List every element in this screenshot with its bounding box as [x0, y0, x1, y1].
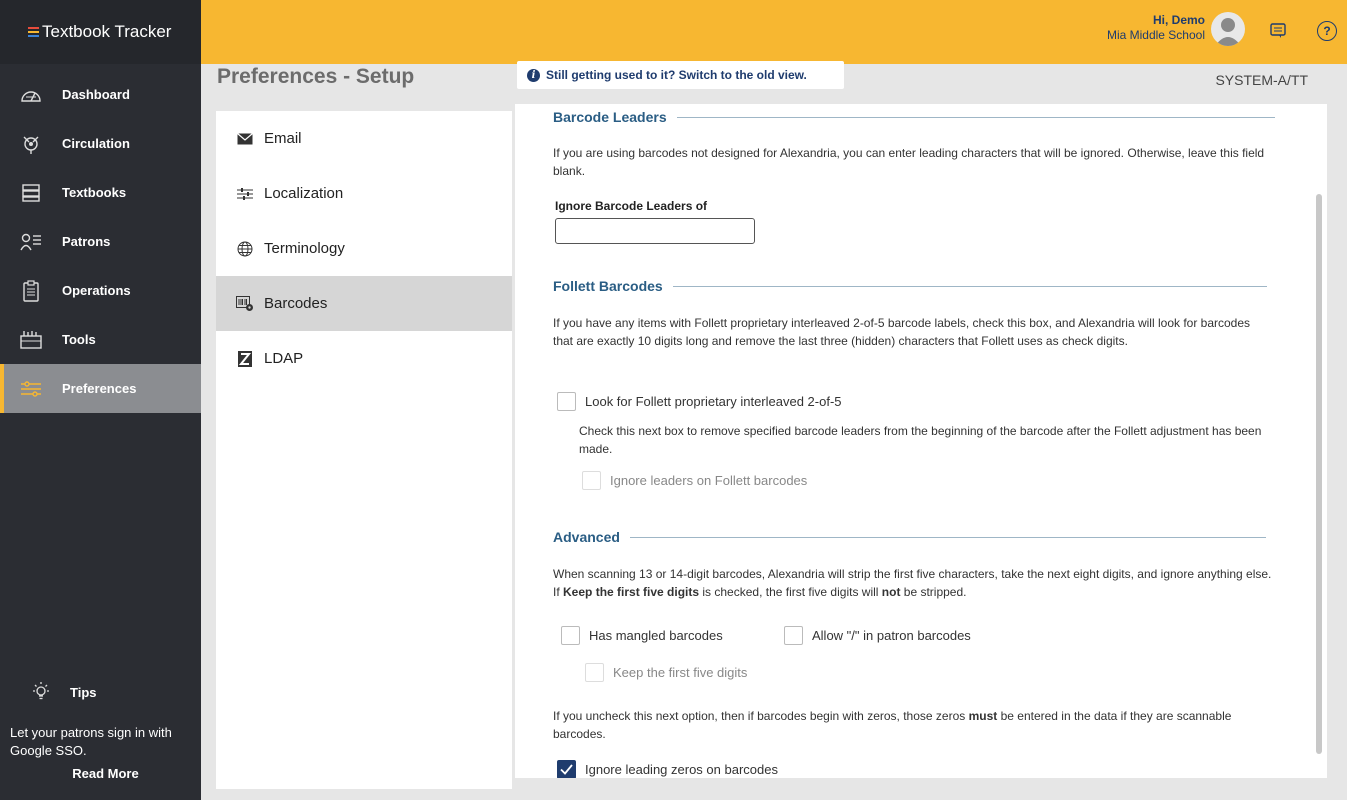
sidebar-item-label: Tools [62, 332, 96, 347]
user-avatar[interactable] [1211, 12, 1245, 46]
checkbox-label: Ignore leading zeros on barcodes [585, 762, 778, 777]
sidebar-item-label: Patrons [62, 234, 111, 249]
sidebar-item-label: Textbooks [62, 185, 127, 200]
section-divider [629, 536, 1266, 538]
follett-description: If you have any items with Follett propr… [553, 316, 1251, 348]
switch-old-view-link[interactable]: i Still getting used to it? Switch to th… [517, 61, 844, 89]
app-logo[interactable]: Textbook Tracker [0, 0, 201, 64]
checkbox-label: Keep the first five digits [613, 665, 748, 680]
patrons-icon [20, 231, 42, 253]
lightbulb-icon [30, 681, 52, 703]
section-follett-barcodes: Follett Barcodes [553, 277, 1267, 295]
sidebar-item-circulation[interactable]: Circulation [0, 119, 201, 168]
sidebar-item-tools[interactable]: Tools [0, 315, 201, 364]
follett-checkbox[interactable] [557, 392, 576, 411]
ldap-icon [236, 350, 254, 367]
section-divider [672, 285, 1267, 287]
sidebar-item-label: Preferences [62, 381, 137, 396]
checkmark-icon [560, 764, 573, 775]
sidebar-item-label: Operations [62, 283, 131, 298]
sidebar-item-textbooks[interactable]: Textbooks [0, 168, 201, 217]
barcode-leaders-description: If you are using barcodes not designed f… [553, 146, 1265, 178]
top-header: Hi, Demo Mia Middle School ? [201, 0, 1347, 64]
checkbox-label: Allow "/" in patron barcodes [812, 628, 971, 643]
sidebar-item-label: Circulation [62, 136, 130, 151]
checkbox-label: Look for Follett proprietary interleaved… [585, 394, 842, 409]
operations-clipboard-icon [20, 279, 42, 302]
subnav-label: Terminology [264, 240, 345, 257]
subnav-item-terminology[interactable]: Terminology [216, 221, 512, 276]
sidebar-item-label: Dashboard [62, 87, 130, 102]
tips-header: Tips [10, 676, 201, 708]
slash-checkbox-row[interactable]: Allow "/" in patron barcodes [784, 626, 971, 645]
tools-icon [20, 329, 42, 351]
app-title: Textbook Tracker [42, 22, 172, 41]
chat-icon[interactable] [1269, 22, 1287, 40]
tips-panel: Tips Let your patrons sign in with Googl… [0, 676, 201, 781]
circulation-icon [20, 133, 42, 155]
section-title: Barcode Leaders [553, 109, 667, 125]
barcodes-settings-panel: Barcode Leaders If you are using barcode… [515, 104, 1327, 778]
checkbox-label: Ignore leaders on Follett barcodes [610, 473, 808, 488]
sidebar-item-preferences[interactable]: Preferences [0, 364, 201, 413]
advanced-description: When scanning 13 or 14-digit barcodes, A… [553, 567, 1272, 599]
zeros-description: If you uncheck this next option, then if… [553, 709, 1232, 741]
subnav-label: Localization [264, 185, 344, 202]
subnav-label: Barcodes [264, 295, 328, 312]
tips-text: Let your patrons sign in with Google SSO… [10, 725, 172, 758]
ignore-leading-zeros-checkbox[interactable] [557, 760, 576, 778]
section-advanced: Advanced [553, 528, 1266, 546]
read-more-link[interactable]: Read More [10, 766, 201, 781]
sidebar-item-dashboard[interactable]: Dashboard [0, 70, 201, 119]
textbooks-icon [20, 182, 42, 204]
keep-first-five-checkbox[interactable] [585, 663, 604, 682]
section-barcode-leaders: Barcode Leaders [553, 108, 1275, 126]
checkbox-label: Has mangled barcodes [589, 628, 723, 643]
logo-mark-icon [28, 27, 39, 37]
section-title: Advanced [553, 529, 620, 545]
follett-sub-description: Check this next box to remove specified … [579, 424, 1262, 456]
sidebar: Textbook Tracker Dashboard Circulation T… [0, 0, 201, 800]
barcode-gear-icon [236, 295, 254, 312]
keep-five-checkbox-row[interactable]: Keep the first five digits [585, 663, 747, 682]
allow-slash-checkbox[interactable] [784, 626, 803, 645]
sliders-icon [236, 187, 254, 201]
subnav-item-ldap[interactable]: LDAP [216, 331, 512, 386]
info-icon: i [527, 68, 540, 82]
page-title: Preferences - Setup [217, 65, 415, 88]
subnav-item-barcodes[interactable]: Barcodes [216, 276, 512, 331]
user-greeting: Hi, Demo [1152, 13, 1205, 27]
content-scrollbar[interactable] [1314, 110, 1322, 778]
subnav-label: LDAP [264, 350, 304, 367]
dashboard-gauge-icon [20, 84, 42, 106]
sidebar-item-operations[interactable]: Operations [0, 266, 201, 315]
ignore-leaders-label: Ignore Barcode Leaders of [555, 199, 708, 213]
follett-leaders-checkbox-row[interactable]: Ignore leaders on Follett barcodes [582, 471, 807, 490]
mangled-barcodes-checkbox[interactable] [561, 626, 580, 645]
old-view-text: Still getting used to it? Switch to the … [546, 68, 807, 82]
help-icon[interactable]: ? [1317, 21, 1337, 41]
scrollbar-thumb[interactable] [1316, 194, 1322, 754]
sidebar-item-patrons[interactable]: Patrons [0, 217, 201, 266]
preferences-sliders-icon [20, 378, 42, 400]
sidebar-nav: Dashboard Circulation Textbooks Patrons … [0, 70, 201, 413]
globe-icon [236, 241, 254, 257]
follett-leaders-checkbox[interactable] [582, 471, 601, 490]
preferences-subnav: Email Localization Terminology Barcodes … [216, 111, 512, 789]
ignore-leaders-input[interactable] [555, 218, 755, 244]
section-divider [676, 116, 1275, 118]
ignore-zeros-checkbox-row[interactable]: Ignore leading zeros on barcodes [557, 760, 778, 778]
tips-title: Tips [70, 684, 97, 700]
section-title: Follett Barcodes [553, 278, 663, 294]
mangled-checkbox-row[interactable]: Has mangled barcodes [561, 626, 723, 645]
envelope-icon [236, 132, 254, 145]
user-info[interactable]: Hi, Demo Mia Middle School [1107, 13, 1205, 43]
subnav-item-email[interactable]: Email [216, 111, 512, 166]
subnav-item-localization[interactable]: Localization [216, 166, 512, 221]
follett-checkbox-row[interactable]: Look for Follett proprietary interleaved… [557, 392, 842, 411]
system-label: SYSTEM-A/TT [1215, 72, 1308, 88]
user-school: Mia Middle School [1106, 28, 1205, 42]
subnav-label: Email [264, 130, 302, 147]
